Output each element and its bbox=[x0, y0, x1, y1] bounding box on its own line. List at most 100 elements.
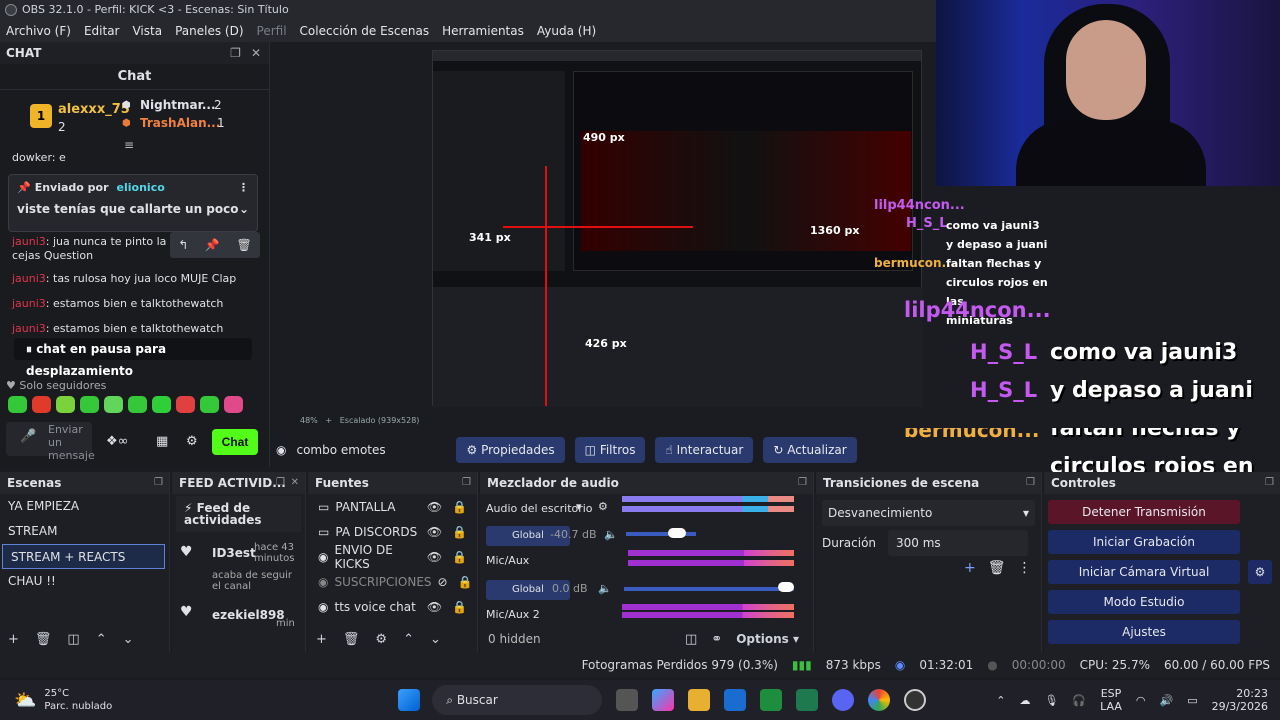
speaker-icon[interactable]: 🔈 bbox=[604, 528, 618, 541]
scene-item-selected[interactable]: STREAM + REACTS bbox=[2, 544, 165, 569]
emote-icon[interactable] bbox=[176, 396, 195, 413]
gear-icon[interactable]: ⚙ bbox=[186, 434, 198, 449]
mic-icon[interactable]: 🎙 bbox=[1044, 694, 1058, 707]
wifi-icon[interactable]: ◠ bbox=[1136, 694, 1146, 707]
menu-editar[interactable]: Editar bbox=[84, 24, 120, 38]
lock-icon[interactable]: 🔒 bbox=[458, 575, 473, 589]
collapse-icon[interactable]: ≡ bbox=[124, 138, 134, 152]
options-button[interactable]: Options ▾ bbox=[736, 632, 799, 646]
float-icon[interactable]: ❐ bbox=[154, 472, 163, 494]
emote-icon[interactable] bbox=[224, 396, 243, 413]
close-icon[interactable]: ✕ bbox=[251, 46, 261, 60]
gear-icon[interactable]: ⚙ bbox=[1248, 560, 1272, 584]
float-icon[interactable]: ❐ bbox=[462, 472, 471, 494]
menu-coleccion[interactable]: Colección de Escenas bbox=[300, 24, 430, 38]
menu-herramientas[interactable]: Herramientas bbox=[442, 24, 524, 38]
weather-icon[interactable]: ⛅ bbox=[14, 690, 36, 711]
source-item[interactable]: ▭ PANTALLA 👁 🔒 bbox=[308, 494, 477, 519]
delete-icon[interactable]: 🗑 bbox=[988, 560, 1006, 576]
eye-icon[interactable]: 👁 bbox=[427, 600, 442, 614]
lock-icon[interactable]: 🔒 bbox=[452, 550, 467, 564]
volume-slider[interactable] bbox=[778, 582, 794, 592]
eye-icon[interactable]: 👁 bbox=[427, 525, 442, 539]
copilot-icon[interactable] bbox=[652, 689, 675, 711]
refresh-button[interactable]: ↻ Actualizar bbox=[763, 437, 857, 463]
float-icon[interactable]: ❐ bbox=[276, 472, 285, 494]
eye-hidden-icon[interactable]: ⊘ bbox=[438, 575, 448, 589]
delete-icon[interactable]: 🗑 bbox=[236, 238, 251, 252]
volume-icon[interactable]: 🔊 bbox=[1159, 694, 1173, 707]
chat-input[interactable]: 🎤 Enviar un mensaje bbox=[6, 422, 95, 462]
pause-banner[interactable]: ⏸ chat en pausa para desplazamiento bbox=[14, 338, 252, 378]
lock-icon[interactable]: 🔒 bbox=[452, 525, 467, 539]
battery-icon[interactable]: ▭ bbox=[1187, 694, 1197, 707]
up-icon[interactable]: ⌃ bbox=[96, 632, 107, 647]
properties-button[interactable]: ⚙ Propiedades bbox=[456, 437, 565, 463]
add-icon[interactable]: + bbox=[964, 560, 976, 576]
excel-icon[interactable] bbox=[760, 689, 783, 711]
store-icon[interactable]: ▦ bbox=[156, 434, 168, 449]
float-icon[interactable]: ❐ bbox=[798, 472, 807, 494]
emote-icon[interactable] bbox=[152, 396, 171, 413]
more-icon[interactable]: ⋮ bbox=[238, 181, 249, 194]
source-item[interactable]: ◉ ENVIO DE KICKS 👁 🔒 bbox=[308, 543, 477, 571]
zoom-level[interactable]: 48% bbox=[300, 416, 318, 425]
stop-stream-button[interactable]: Detener Transmisión bbox=[1048, 500, 1240, 524]
scene-item[interactable]: CHAU !! bbox=[0, 569, 169, 594]
float-icon[interactable]: ❐ bbox=[1265, 472, 1274, 494]
search-box[interactable]: ⌕ Buscar bbox=[432, 685, 603, 715]
discord-icon[interactable] bbox=[832, 689, 855, 711]
obs-icon[interactable] bbox=[904, 689, 927, 711]
down-icon[interactable]: ⌄ bbox=[123, 632, 134, 647]
float-icon[interactable]: ❐ bbox=[230, 46, 241, 60]
mic-icon[interactable]: 🎤 bbox=[20, 430, 36, 443]
cloud-icon[interactable]: ☁ bbox=[1019, 694, 1030, 707]
source-item[interactable]: ◉ tts voice chat 👁 🔒 bbox=[308, 594, 477, 619]
chrome-icon[interactable] bbox=[868, 689, 891, 711]
chevron-up-icon[interactable]: ⌃ bbox=[996, 694, 1005, 707]
scene-item[interactable]: YA EMPIEZA bbox=[0, 494, 169, 519]
task-view-icon[interactable] bbox=[616, 689, 639, 711]
close-icon[interactable]: ✕ bbox=[291, 472, 299, 494]
start-recording-button[interactable]: Iniciar Grabación bbox=[1048, 530, 1240, 554]
dropdown-icon[interactable]: ▾ bbox=[576, 500, 582, 513]
add-icon[interactable]: + bbox=[316, 632, 327, 647]
menu-ayuda[interactable]: Ayuda (H) bbox=[537, 24, 596, 38]
emote-icon[interactable] bbox=[32, 396, 51, 413]
kicks-icon[interactable]: ❖∞ bbox=[106, 434, 128, 449]
scene-item[interactable]: STREAM bbox=[0, 519, 169, 544]
add-icon[interactable]: + bbox=[8, 632, 19, 647]
down-icon[interactable]: ⌄ bbox=[430, 632, 441, 647]
menu-paneles[interactable]: Paneles (D) bbox=[175, 24, 243, 38]
settings-button[interactable]: Ajustes bbox=[1048, 620, 1240, 644]
pin-icon[interactable]: 📌 bbox=[205, 238, 220, 252]
file-explorer-icon[interactable] bbox=[688, 689, 711, 711]
menu-archivo[interactable]: Archivo (F) bbox=[6, 24, 71, 38]
gear-icon[interactable]: ⚙ bbox=[375, 632, 387, 647]
duration-input[interactable]: 300 ms bbox=[888, 530, 1029, 556]
menu-perfil[interactable]: Perfil bbox=[257, 24, 287, 38]
float-icon[interactable]: ❐ bbox=[1026, 472, 1035, 494]
more-icon[interactable]: ⋮ bbox=[1018, 560, 1032, 576]
reply-icon[interactable]: ↰ bbox=[178, 238, 188, 252]
emote-icon[interactable] bbox=[200, 396, 219, 413]
layout-icon[interactable]: ◫ bbox=[685, 632, 697, 647]
delete-icon[interactable]: 🗑 bbox=[35, 632, 52, 647]
lock-icon[interactable]: 🔒 bbox=[452, 600, 467, 614]
transition-select[interactable]: Desvanecimiento ▾ bbox=[822, 500, 1035, 526]
delete-icon[interactable]: 🗑 bbox=[343, 632, 360, 647]
emote-icon[interactable] bbox=[8, 396, 27, 413]
chevron-down-icon[interactable]: ⌄ bbox=[239, 202, 249, 216]
virtual-camera-button[interactable]: Iniciar Cámara Virtual bbox=[1048, 560, 1240, 584]
volume-slider[interactable] bbox=[668, 528, 686, 538]
language-indicator[interactable]: ESP LAA bbox=[1100, 687, 1122, 713]
interact-button[interactable]: ☝ Interactuar bbox=[655, 437, 754, 463]
emote-icon[interactable] bbox=[128, 396, 147, 413]
emote-icon[interactable] bbox=[56, 396, 75, 413]
weather-widget[interactable]: 25°C Parc. nublado bbox=[44, 687, 112, 713]
studio-mode-button[interactable]: Modo Estudio bbox=[1048, 590, 1240, 614]
menu-vista[interactable]: Vista bbox=[132, 24, 162, 38]
spreadsheet-icon[interactable] bbox=[796, 689, 819, 711]
up-icon[interactable]: ⌃ bbox=[403, 632, 414, 647]
source-item[interactable]: ▭ PA DISCORDS 👁 🔒 bbox=[308, 519, 477, 544]
